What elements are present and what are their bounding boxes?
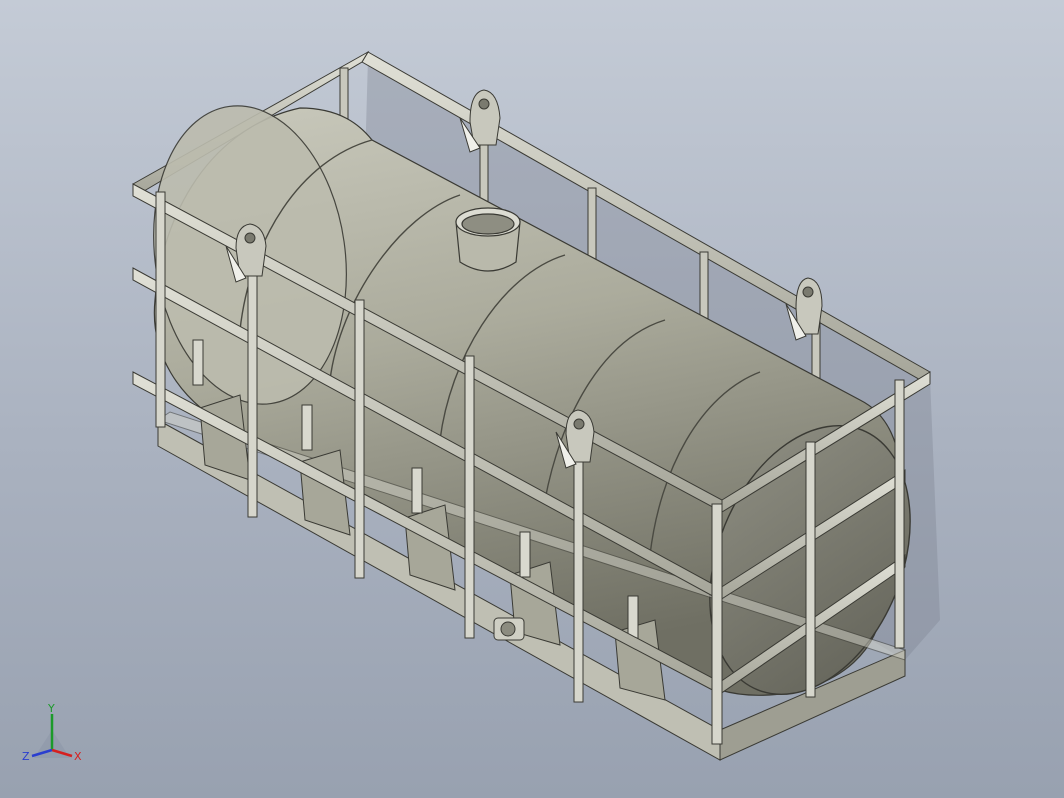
tank-container-model[interactable] [0,0,1064,798]
manway-nozzle [455,207,521,272]
bottom-valve [493,617,525,641]
x-axis-label: X [74,750,82,763]
y-axis-label: Y [47,702,55,715]
orientation-triad[interactable]: Y X Z [18,700,88,770]
z-axis-label: Z [22,750,30,763]
graphics-viewport[interactable]: Y X Z [0,0,1064,798]
